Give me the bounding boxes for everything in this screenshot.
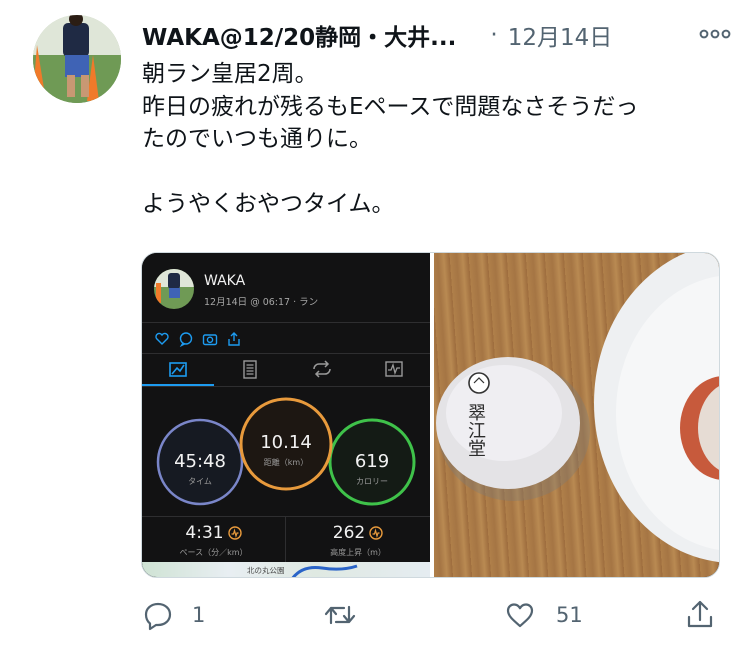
elevation-value: 262 xyxy=(332,523,366,543)
header-separator: · xyxy=(490,22,498,48)
elevation-label: 高度上昇（m） xyxy=(330,548,386,557)
route-line xyxy=(291,564,358,577)
reply-icon xyxy=(142,599,174,631)
elevation-stat: 262 xyxy=(286,523,430,543)
tab-details[interactable] xyxy=(214,354,286,386)
tweet-date[interactable]: 12月14日 xyxy=(508,18,613,52)
garmin-activity-screenshot[interactable]: WAKA 12月14日 @ 06:17 · ラン 45:48 タイム 10.14… xyxy=(142,253,430,577)
heart-icon[interactable] xyxy=(154,331,170,347)
share-icon xyxy=(684,598,716,630)
garmin-action-bar xyxy=(154,331,242,347)
heart-icon xyxy=(504,599,536,631)
calories-value: 619 xyxy=(354,451,390,472)
like-count: 51 xyxy=(556,603,583,627)
share-icon[interactable] xyxy=(226,331,242,347)
share-button[interactable] xyxy=(684,598,716,630)
avatar[interactable] xyxy=(33,15,121,103)
garmin-avatar xyxy=(154,269,194,309)
tweet-header: WAKA@12/20静岡・大井... · 12月14日 xyxy=(142,16,732,54)
repeat-icon xyxy=(313,360,331,378)
tweet-actions: 1 51 xyxy=(0,595,750,635)
divider xyxy=(142,386,430,387)
graph-icon xyxy=(385,361,403,377)
more-options-icon[interactable] xyxy=(698,22,732,46)
map-label: 北の丸公園 xyxy=(247,566,285,575)
divider xyxy=(142,516,430,517)
route-map[interactable]: 北の丸公園 xyxy=(142,562,430,577)
snack-photo[interactable]: 翠江堂 xyxy=(434,253,719,577)
time-label: タイム xyxy=(188,477,212,486)
display-name[interactable]: WAKA@12/20静岡・大井... xyxy=(142,18,456,52)
document-icon xyxy=(243,360,257,379)
comment-icon[interactable] xyxy=(178,331,194,347)
divider xyxy=(142,322,430,323)
pace-stat: 4:31 xyxy=(142,523,285,543)
distance-value: 10.14 xyxy=(260,432,312,453)
retweet-icon xyxy=(322,599,358,631)
pace-label: ペース（分／km） xyxy=(179,548,248,557)
calories-label: カロリー xyxy=(356,477,388,486)
distance-label: 距離（km） xyxy=(263,458,309,467)
garmin-activity-meta: 12月14日 @ 06:17 · ラン xyxy=(204,297,319,308)
retweet-button[interactable] xyxy=(322,599,370,631)
avatar-runner-image xyxy=(33,15,121,103)
chart-icon xyxy=(169,362,187,377)
garmin-user: WAKA xyxy=(204,273,246,289)
pace-value: 4:31 xyxy=(185,523,224,543)
camera-icon[interactable] xyxy=(202,331,218,347)
pace-chart-icon xyxy=(227,526,242,540)
like-button[interactable]: 51 xyxy=(504,599,583,631)
time-value: 45:48 xyxy=(174,451,226,472)
tab-laps[interactable] xyxy=(286,354,358,386)
tweet-text: 朝ラン皇居2周。 昨日の疲れが残るもEペースで問題なさそうだっ たのでいつも通り… xyxy=(142,61,639,217)
tab-charts[interactable] xyxy=(358,354,430,386)
elevation-chart-icon xyxy=(369,526,383,540)
reply-count: 1 xyxy=(192,603,206,627)
wrapper-label: 翠江堂 xyxy=(465,403,486,457)
reply-button[interactable]: 1 xyxy=(142,599,205,631)
tweet-media[interactable]: WAKA 12月14日 @ 06:17 · ラン 45:48 タイム 10.14… xyxy=(141,252,720,578)
tab-overview[interactable] xyxy=(142,354,214,386)
